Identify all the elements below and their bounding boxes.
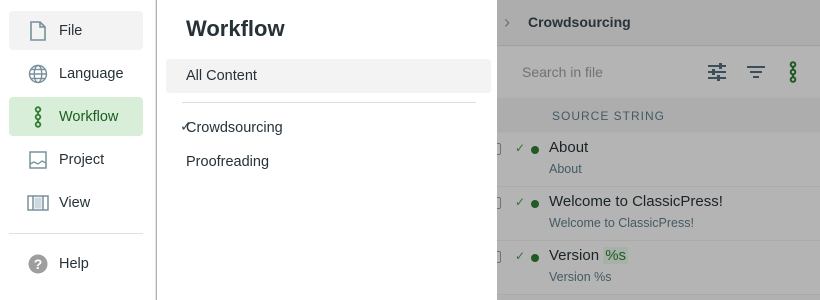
menu-item-label: Help [59, 255, 89, 272]
menu-item-view[interactable]: View [9, 183, 143, 222]
menu-item-label: Workflow [59, 108, 119, 125]
menu-item-label: File [59, 22, 83, 39]
menu-item-language[interactable]: Language [9, 54, 143, 93]
file-icon [27, 20, 49, 42]
option-label: Crowdsourcing [186, 120, 283, 136]
menu-item-label: Project [59, 151, 105, 168]
view-icon [27, 192, 49, 214]
option-crowdsourcing[interactable]: ✓ Crowdsourcing [166, 111, 491, 145]
svg-text:?: ? [34, 256, 43, 272]
menu-item-label: View [59, 194, 91, 211]
menu-item-label: Language [59, 65, 124, 82]
menu-divider [9, 233, 143, 234]
option-all-content[interactable]: All Content [166, 59, 491, 93]
menu-item-help[interactable]: ? Help [9, 244, 143, 283]
checkmark-icon: ✓ [180, 118, 192, 134]
menu-item-file[interactable]: File [9, 11, 143, 50]
globe-icon [27, 63, 49, 85]
panel-divider [182, 102, 476, 103]
workflow-icon [27, 105, 49, 128]
menu-item-project[interactable]: Project [9, 140, 143, 179]
option-proofreading[interactable]: Proofreading [166, 145, 491, 179]
workflow-panel: Workflow All Content ✓ Crowdsourcing Pro… [157, 0, 497, 300]
menu-item-workflow[interactable]: Workflow [9, 97, 143, 136]
panel-title: Workflow [186, 16, 285, 41]
help-icon: ? [27, 253, 49, 275]
side-menu: File Language Workflow Project View ? He… [0, 0, 156, 300]
project-icon [27, 149, 49, 171]
option-label: Proofreading [186, 154, 270, 170]
